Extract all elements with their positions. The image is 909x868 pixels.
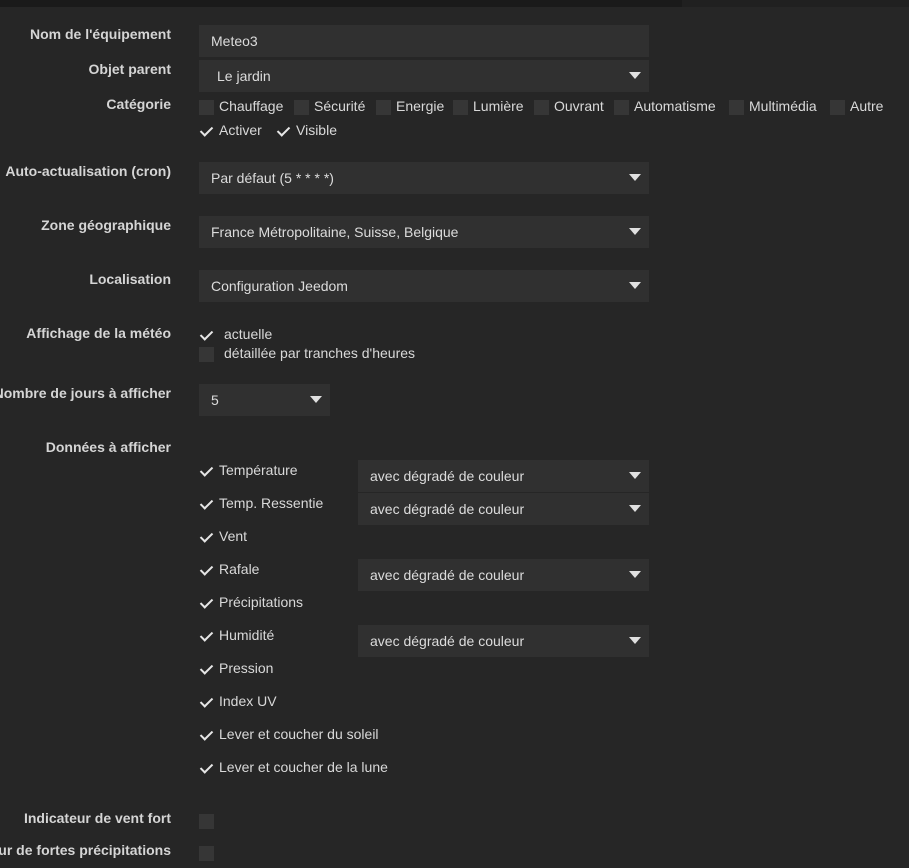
donnee-humidite-mode-select[interactable]: avec dégradé de couleur: [358, 625, 649, 657]
chevron-down-icon: [629, 637, 641, 644]
zone-value: France Métropolitaine, Suisse, Belgique: [211, 224, 459, 240]
localisation-label: Localisation: [89, 271, 171, 287]
donnee-humidite-label: Humidité: [219, 627, 275, 643]
chevron-down-icon: [629, 228, 641, 235]
category-lumiere-checkbox[interactable]: [453, 100, 468, 115]
category-securite-label: Sécurité: [314, 98, 366, 114]
affichage-detaillee-label: détaillée par tranches d'heures: [224, 345, 416, 361]
equipment-name-value: Meteo3: [211, 33, 258, 49]
parent-value: Le jardin: [217, 68, 271, 84]
equipment-name-input[interactable]: Meteo3: [199, 25, 649, 57]
donnee-uv-checkbox[interactable]: [199, 695, 214, 710]
localisation-select[interactable]: Configuration Jeedom: [199, 270, 649, 302]
parent-label: Objet parent: [88, 61, 171, 77]
affichage-actuelle-label: actuelle: [224, 326, 273, 342]
donnee-humidite-mode-value: avec dégradé de couleur: [370, 633, 525, 649]
affichage-detaillee-checkbox[interactable]: [199, 347, 214, 362]
category-automatisme-checkbox[interactable]: [614, 100, 629, 115]
category-chauffage-label: Chauffage: [219, 98, 284, 114]
category-multimedia-label: Multimédia: [749, 98, 817, 114]
donnee-vent-checkbox[interactable]: [199, 530, 214, 545]
zone-select[interactable]: France Métropolitaine, Suisse, Belgique: [199, 216, 649, 248]
category-chauffage-checkbox[interactable]: [199, 100, 214, 115]
donnee-pression-label: Pression: [219, 660, 274, 676]
donnee-humidite-checkbox[interactable]: [199, 629, 214, 644]
affichage-label: Affichage de la météo: [26, 325, 171, 341]
donnee-pression-checkbox[interactable]: [199, 662, 214, 677]
zone-label: Zone géographique: [41, 217, 171, 233]
donnee-ressentie-checkbox[interactable]: [199, 497, 214, 512]
chevron-down-icon: [629, 174, 641, 181]
activer-label: Activer: [219, 122, 262, 138]
donnee-ressentie-mode-select[interactable]: avec dégradé de couleur: [358, 493, 649, 525]
category-lumiere-label: Lumière: [473, 98, 524, 114]
jours-select[interactable]: 5: [199, 384, 330, 416]
visible-label: Visible: [296, 122, 337, 138]
chevron-down-icon: [629, 282, 641, 289]
category-securite-checkbox[interactable]: [294, 100, 309, 115]
category-autre-checkbox[interactable]: [830, 100, 845, 115]
donnee-rafale-checkbox[interactable]: [199, 563, 214, 578]
parent-select[interactable]: Le jardin: [199, 60, 649, 92]
chevron-down-icon: [629, 505, 641, 512]
fortes-precip-checkbox[interactable]: [199, 846, 214, 861]
affichage-actuelle-checkbox[interactable]: [199, 328, 214, 343]
localisation-value: Configuration Jeedom: [211, 278, 348, 294]
donnee-rafale-mode-value: avec dégradé de couleur: [370, 567, 525, 583]
donnee-vent-label: Vent: [219, 528, 248, 544]
donnees-label: Données à afficher: [45, 439, 171, 455]
top-bar-right: [682, 0, 909, 7]
category-label: Catégorie: [106, 96, 171, 112]
donnee-rafale-mode-select[interactable]: avec dégradé de couleur: [358, 559, 649, 591]
donnee-temperature-label: Température: [219, 462, 298, 478]
chevron-down-icon: [310, 396, 322, 403]
top-bar: [0, 0, 682, 7]
donnee-rafale-label: Rafale: [219, 561, 260, 577]
donnee-soleil-checkbox[interactable]: [199, 728, 214, 743]
category-automatisme-label: Automatisme: [634, 98, 716, 114]
cron-select[interactable]: Par défaut (5 * * * *): [199, 162, 649, 194]
donnee-uv-label: Index UV: [219, 693, 277, 709]
donnee-precipitations-checkbox[interactable]: [199, 596, 214, 611]
category-ouvrant-label: Ouvrant: [554, 98, 604, 114]
category-autre-label: Autre: [850, 98, 884, 114]
activer-checkbox[interactable]: [199, 124, 214, 139]
chevron-down-icon: [629, 472, 641, 479]
category-energie-checkbox[interactable]: [376, 100, 391, 115]
cron-value: Par défaut (5 * * * *): [211, 170, 334, 186]
donnee-temperature-checkbox[interactable]: [199, 464, 214, 479]
donnee-ressentie-label: Temp. Ressentie: [219, 495, 324, 511]
category-ouvrant-checkbox[interactable]: [534, 100, 549, 115]
donnee-temperature-mode-select[interactable]: avec dégradé de couleur: [358, 460, 649, 492]
chevron-down-icon: [629, 571, 641, 578]
donnee-lune-checkbox[interactable]: [199, 761, 214, 776]
equipment-name-label: Nom de l'équipement: [29, 26, 171, 42]
donnee-ressentie-mode-value: avec dégradé de couleur: [370, 501, 525, 517]
chevron-down-icon: [629, 72, 641, 79]
visible-checkbox[interactable]: [276, 124, 291, 139]
jours-label: Nombre de jours à afficher: [0, 385, 171, 401]
category-energie-label: Energie: [396, 98, 445, 114]
fortes-precip-label: teur de fortes précipitations: [0, 842, 171, 858]
category-multimedia-checkbox[interactable]: [729, 100, 744, 115]
cron-label: Auto-actualisation (cron): [5, 163, 171, 179]
donnee-soleil-label: Lever et coucher du soleil: [219, 726, 379, 742]
donnee-precipitations-label: Précipitations: [219, 594, 304, 610]
vent-fort-label: Indicateur de vent fort: [23, 810, 171, 826]
jours-value: 5: [211, 392, 219, 408]
donnee-lune-label: Lever et coucher de la lune: [219, 759, 388, 775]
vent-fort-checkbox[interactable]: [199, 814, 214, 829]
donnee-temperature-mode-value: avec dégradé de couleur: [370, 468, 525, 484]
